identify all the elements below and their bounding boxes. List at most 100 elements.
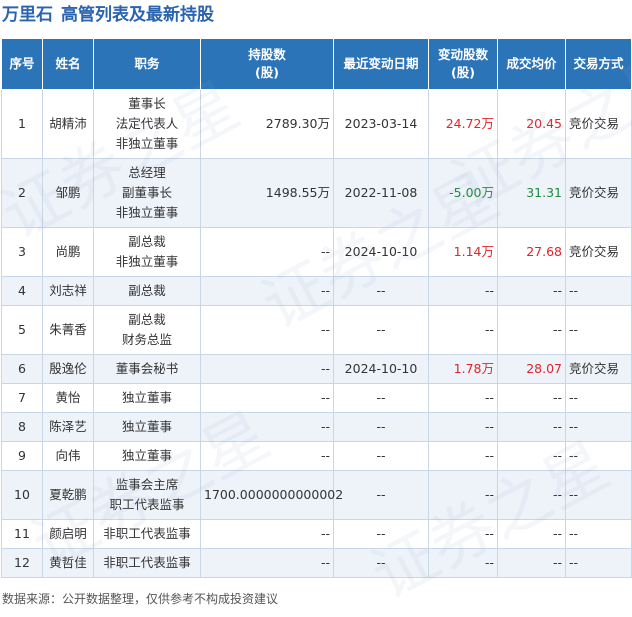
column-header-name: 姓名 [42, 38, 94, 90]
cell-role: 副总裁 [93, 276, 201, 306]
column-header-date: 最近变动日期 [333, 38, 429, 90]
role-line: 独立董事 [121, 448, 172, 463]
cell-name: 颜启明 [42, 519, 94, 549]
role-line: 董事长 [128, 96, 166, 111]
cell-price: -- [497, 470, 566, 520]
role-line: 职工代表监事 [109, 497, 185, 512]
cell-name: 夏乾鹏 [42, 470, 94, 520]
cell-date: 2024-10-10 [333, 354, 429, 384]
cell-method: 竞价交易 [565, 89, 632, 159]
role-line: 总经理 [128, 165, 166, 180]
cell-shares: 1700.0000000000002 [200, 470, 343, 520]
table-row: 5 朱菁香 副总裁 财务总监 -- -- -- -- -- [1, 305, 632, 355]
cell-seq: 3 [1, 227, 43, 277]
cell-seq: 8 [1, 412, 43, 442]
table-row: 12 黄哲佳 非职工代表监事 -- -- -- -- -- [1, 548, 632, 578]
table-row: 9 向伟 独立董事 -- -- -- -- -- [1, 441, 632, 471]
cell-change: -- [428, 548, 498, 578]
cell-name: 尚鹏 [42, 227, 94, 277]
cell-role: 总经理 副董事长 非独立董事 [93, 158, 201, 228]
title-text: 高管列表及最新持股 [61, 5, 214, 25]
cell-change: 24.72万 [428, 89, 498, 159]
cell-price: -- [497, 276, 566, 306]
cell-role: 董事长 法定代表人 非独立董事 [93, 89, 201, 159]
cell-role: 独立董事 [93, 412, 201, 442]
column-header-shares: 持股数 (股) [200, 38, 334, 90]
table-row: 10 夏乾鹏 监事会主席 职工代表监事 1700.0000000000002 -- -- --… [1, 470, 632, 520]
cell-seq: 4 [1, 276, 43, 306]
cell-method: 竞价交易 [565, 354, 632, 384]
cell-method: -- [565, 305, 632, 355]
column-header-method: 交易方式 [565, 38, 632, 90]
cell-name: 刘志祥 [42, 276, 94, 306]
column-header-change: 变动股数 (股) [428, 38, 498, 90]
table-row: 8 陈泽艺 独立董事 -- -- -- -- -- [1, 412, 632, 442]
page-title: 万里石 高管列表及最新持股 [2, 2, 214, 28]
cell-price: 27.68 [497, 227, 566, 277]
table-row: 6 殷逸伦 董事会秘书 -- 2024-10-10 1.78万 28.07 竞价交易 [1, 354, 632, 384]
cell-price: 31.31 [497, 158, 566, 228]
cell-change: 1.14万 [428, 227, 498, 277]
column-header-text: 职务 [134, 56, 160, 71]
cell-price: 28.07 [497, 354, 566, 384]
cell-date: 2022-11-08 [333, 158, 429, 228]
cell-name: 殷逸伦 [42, 354, 94, 384]
cell-date: -- [333, 412, 429, 442]
cell-price: -- [497, 412, 566, 442]
cell-seq: 7 [1, 383, 43, 413]
cell-role: 非职工代表监事 [93, 548, 201, 578]
role-line: 副总裁 [128, 312, 166, 327]
cell-price: -- [497, 441, 566, 471]
table-body: 1 胡精沛 董事长 法定代表人 非独立董事 2789.30万 2023-03-14 24.72… [1, 89, 632, 578]
cell-method: -- [565, 470, 632, 520]
role-line: 非独立董事 [115, 254, 179, 269]
cell-price: -- [497, 519, 566, 549]
column-header-text: (股) [255, 65, 279, 80]
column-header-text: 姓名 [55, 56, 81, 71]
cell-seq: 11 [1, 519, 43, 549]
cell-role: 董事会秘书 [93, 354, 201, 384]
table-row: 7 黄怡 独立董事 -- -- -- -- -- [1, 383, 632, 413]
cell-seq: 9 [1, 441, 43, 471]
cell-price: -- [497, 305, 566, 355]
cell-change: -5.00万 [428, 158, 498, 228]
cell-change: -- [428, 441, 498, 471]
cell-method: -- [565, 519, 632, 549]
cell-date: -- [333, 441, 429, 471]
role-line: 非职工代表监事 [103, 555, 191, 570]
cell-date: -- [333, 470, 429, 520]
cell-method: -- [565, 441, 632, 471]
cell-change: -- [428, 412, 498, 442]
column-header-price: 成交均价 [497, 38, 566, 90]
cell-date: -- [333, 548, 429, 578]
cell-shares: -- [200, 548, 334, 578]
cell-shares: 2789.30万 [200, 89, 334, 159]
role-line: 副董事长 [121, 185, 172, 200]
cell-date: -- [333, 276, 429, 306]
cell-price: -- [497, 548, 566, 578]
role-line: 副总裁 [128, 283, 166, 298]
cell-role: 副总裁 财务总监 [93, 305, 201, 355]
cell-seq: 10 [1, 470, 43, 520]
column-header-role: 职务 [93, 38, 201, 90]
cell-name: 陈泽艺 [42, 412, 94, 442]
role-line: 监事会主席 [115, 477, 179, 492]
column-header-text: (股) [451, 65, 475, 80]
cell-seq: 2 [1, 158, 43, 228]
table-header-row: 序号 姓名 职务 持股数 (股) 最近变动日期 变动股数 (股) 成交均价 交易方式 [1, 38, 632, 90]
cell-name: 黄哲佳 [42, 548, 94, 578]
cell-method: 竞价交易 [565, 158, 632, 228]
cell-method: -- [565, 383, 632, 413]
cell-change: 1.78万 [428, 354, 498, 384]
cell-shares: -- [200, 383, 334, 413]
cell-shares: -- [200, 519, 334, 549]
table-row: 2 邹鹏 总经理 副董事长 非独立董事 1498.55万 2022-11-08 -5.00万 3… [1, 158, 632, 228]
cell-name: 邹鹏 [42, 158, 94, 228]
cell-role: 独立董事 [93, 383, 201, 413]
cell-date: -- [333, 519, 429, 549]
role-line: 财务总监 [121, 332, 172, 347]
cell-shares: -- [200, 354, 334, 384]
cell-role: 副总裁 非独立董事 [93, 227, 201, 277]
cell-shares: -- [200, 276, 334, 306]
cell-change: -- [428, 470, 498, 520]
